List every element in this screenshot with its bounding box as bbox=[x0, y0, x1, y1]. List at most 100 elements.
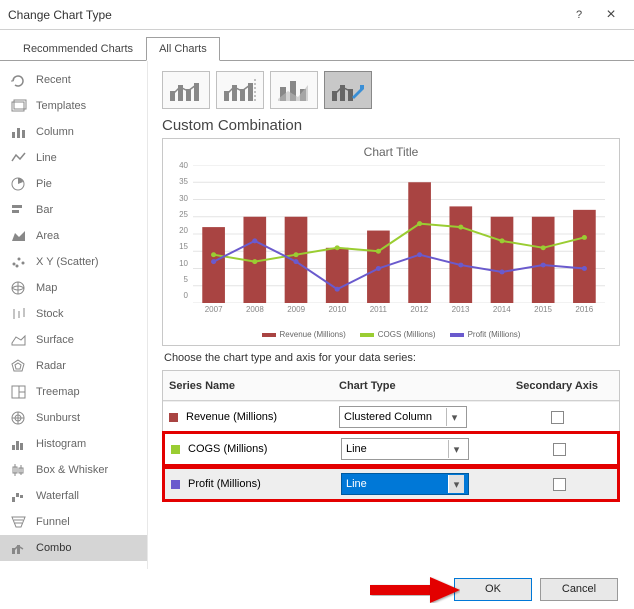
area-icon bbox=[10, 228, 28, 244]
dialog-footer: OK Cancel bbox=[0, 569, 634, 609]
sidebar-item-label: Surface bbox=[36, 334, 74, 346]
sidebar-item-map[interactable]: Map bbox=[0, 275, 147, 301]
tab-recommended-charts[interactable]: Recommended Charts bbox=[10, 37, 146, 61]
histogram-icon bbox=[10, 436, 28, 452]
help-button[interactable]: ? bbox=[564, 5, 594, 25]
sidebar-item-label: Column bbox=[36, 126, 74, 138]
header-secondary-axis: Secondary Axis bbox=[509, 380, 605, 392]
tab-strip: Recommended Charts All Charts bbox=[0, 30, 634, 61]
sidebar-item-label: Histogram bbox=[36, 438, 86, 450]
map-icon bbox=[10, 280, 28, 296]
header-series-name: Series Name bbox=[169, 380, 339, 392]
chevron-down-icon: ▾ bbox=[446, 408, 462, 426]
sidebar-item-label: Waterfall bbox=[36, 490, 79, 502]
x-y-scatter--icon bbox=[10, 254, 28, 270]
recent-icon bbox=[10, 72, 28, 88]
combo-thumb-3[interactable] bbox=[270, 71, 318, 109]
section-title: Custom Combination bbox=[162, 117, 620, 134]
legend-item: COGS (Millions) bbox=[360, 330, 436, 339]
ok-button[interactable]: OK bbox=[454, 578, 532, 601]
chart-type-dropdown[interactable]: Line▾ bbox=[341, 438, 469, 460]
sidebar-item-surface[interactable]: Surface bbox=[0, 327, 147, 353]
funnel-icon bbox=[10, 514, 28, 530]
series-header-row: Series Name Chart Type Secondary Axis bbox=[163, 371, 619, 401]
sidebar-item-label: Box & Whisker bbox=[36, 464, 108, 476]
series-row: COGS (Millions)Line▾ bbox=[162, 431, 620, 467]
chart-type-dropdown[interactable]: Clustered Column▾ bbox=[339, 406, 467, 428]
sidebar-item-treemap[interactable]: Treemap bbox=[0, 379, 147, 405]
surface-icon bbox=[10, 332, 28, 348]
series-row: Profit (Millions)Line▾ bbox=[162, 466, 620, 502]
sidebar-item-templates[interactable]: Templates bbox=[0, 93, 147, 119]
chart-legend: Revenue (Millions) COGS (Millions) Profit … bbox=[163, 330, 619, 339]
combo-thumb-1[interactable] bbox=[162, 71, 210, 109]
sidebar-item-x-y-scatter-[interactable]: X Y (Scatter) bbox=[0, 249, 147, 275]
sidebar-item-line[interactable]: Line bbox=[0, 145, 147, 171]
box-whisker-icon bbox=[10, 462, 28, 478]
sidebar-item-label: Area bbox=[36, 230, 59, 242]
sidebar-item-label: Funnel bbox=[36, 516, 70, 528]
sidebar-item-stock[interactable]: Stock bbox=[0, 301, 147, 327]
sidebar-item-box-whisker[interactable]: Box & Whisker bbox=[0, 457, 147, 483]
window-title: Change Chart Type bbox=[8, 8, 564, 22]
waterfall-icon bbox=[10, 488, 28, 504]
sidebar-item-sunburst[interactable]: Sunburst bbox=[0, 405, 147, 431]
secondary-axis-checkbox[interactable] bbox=[551, 411, 564, 424]
secondary-axis-checkbox[interactable] bbox=[553, 478, 566, 491]
series-name-cell: COGS (Millions) bbox=[171, 443, 341, 455]
radar-icon bbox=[10, 358, 28, 374]
series-config-table: Series Name Chart Type Secondary Axis Re… bbox=[162, 370, 620, 502]
sidebar-item-label: Radar bbox=[36, 360, 66, 372]
sidebar-item-label: X Y (Scatter) bbox=[36, 256, 99, 268]
sidebar-item-funnel[interactable]: Funnel bbox=[0, 509, 147, 535]
combo-style-thumbnails bbox=[162, 71, 620, 109]
sunburst-icon bbox=[10, 410, 28, 426]
sidebar-item-label: Line bbox=[36, 152, 57, 164]
sidebar-item-radar[interactable]: Radar bbox=[0, 353, 147, 379]
sidebar-item-label: Templates bbox=[36, 100, 86, 112]
sidebar-item-label: Map bbox=[36, 282, 57, 294]
close-button[interactable]: × bbox=[596, 5, 626, 25]
chart-title: Chart Title bbox=[163, 139, 619, 161]
chart-plot-area bbox=[193, 165, 605, 303]
treemap-icon bbox=[10, 384, 28, 400]
sidebar-item-pie[interactable]: Pie bbox=[0, 171, 147, 197]
pie-icon bbox=[10, 176, 28, 192]
sidebar-item-label: Treemap bbox=[36, 386, 80, 398]
main-panel: Custom Combination Chart Title 403530252… bbox=[148, 61, 634, 569]
sidebar-item-label: Sunburst bbox=[36, 412, 80, 424]
chart-type-dropdown[interactable]: Line▾ bbox=[341, 473, 469, 495]
series-instruction: Choose the chart type and axis for your … bbox=[164, 352, 620, 364]
secondary-axis-checkbox[interactable] bbox=[553, 443, 566, 456]
bar-icon bbox=[10, 202, 28, 218]
series-name-cell: Revenue (Millions) bbox=[169, 411, 339, 423]
titlebar: Change Chart Type ? × bbox=[0, 0, 634, 30]
tab-all-charts[interactable]: All Charts bbox=[146, 37, 220, 61]
legend-item: Profit (Millions) bbox=[450, 330, 521, 339]
sidebar-item-label: Recent bbox=[36, 74, 71, 86]
y-axis-labels: 4035302520151050 bbox=[163, 165, 191, 303]
combo-thumb-custom[interactable] bbox=[324, 71, 372, 109]
sidebar-item-waterfall[interactable]: Waterfall bbox=[0, 483, 147, 509]
sidebar-item-bar[interactable]: Bar bbox=[0, 197, 147, 223]
chart-type-sidebar: Recent Templates Column Line Pie Bar Area X Y (… bbox=[0, 61, 148, 569]
header-chart-type: Chart Type bbox=[339, 380, 509, 392]
templates-icon bbox=[10, 98, 28, 114]
legend-item: Revenue (Millions) bbox=[262, 330, 346, 339]
sidebar-item-histogram[interactable]: Histogram bbox=[0, 431, 147, 457]
line-icon bbox=[10, 150, 28, 166]
combo-thumb-2[interactable] bbox=[216, 71, 264, 109]
sidebar-item-label: Stock bbox=[36, 308, 64, 320]
combo-icon bbox=[10, 540, 28, 556]
annotation-arrow bbox=[370, 577, 460, 603]
sidebar-item-combo[interactable]: Combo bbox=[0, 535, 147, 561]
sidebar-item-label: Bar bbox=[36, 204, 53, 216]
sidebar-item-recent[interactable]: Recent bbox=[0, 67, 147, 93]
series-row: Revenue (Millions)Clustered Column▾ bbox=[163, 401, 619, 432]
cancel-button[interactable]: Cancel bbox=[540, 578, 618, 601]
sidebar-item-column[interactable]: Column bbox=[0, 119, 147, 145]
sidebar-item-area[interactable]: Area bbox=[0, 223, 147, 249]
stock-icon bbox=[10, 306, 28, 322]
content-area: Recent Templates Column Line Pie Bar Area X Y (… bbox=[0, 61, 634, 569]
chevron-down-icon: ▾ bbox=[448, 475, 464, 493]
